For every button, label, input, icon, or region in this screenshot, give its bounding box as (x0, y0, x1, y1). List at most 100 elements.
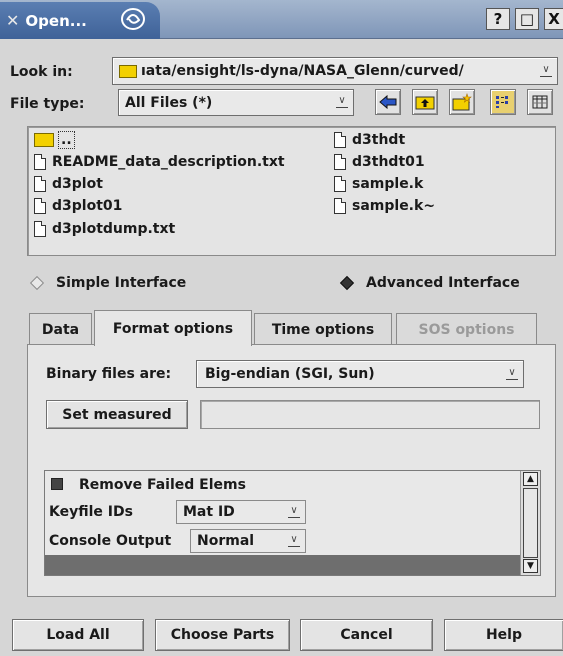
empty-list-row (45, 555, 521, 575)
help-label: Help (485, 627, 523, 643)
maximize-icon: □ (519, 10, 535, 28)
scroll-up-icon[interactable]: ▲ (523, 472, 538, 486)
list-view-icon (496, 96, 508, 108)
cancel-button[interactable]: Cancel (300, 619, 433, 651)
back-arrow-icon (379, 95, 397, 109)
file-icon (34, 176, 46, 192)
look-in-label: Look in: (10, 64, 73, 80)
detail-view-icon (532, 95, 548, 109)
back-button[interactable] (375, 89, 401, 115)
load-all-button[interactable]: Load All (12, 619, 144, 651)
chevron-down-icon: ∨ (335, 94, 349, 112)
tab-label: Format options (112, 320, 234, 337)
look-in-combo[interactable]: ıata/ensight/ls-dyna/NASA_Glenn/curved/ … (112, 57, 558, 85)
tab-label: SOS options (418, 321, 515, 338)
radio-off-icon (29, 275, 45, 291)
new-folder-button[interactable] (449, 89, 475, 115)
simple-interface-label: Simple Interface (56, 275, 187, 291)
keyfile-ids-label: Keyfile IDs (49, 504, 133, 520)
choose-parts-button[interactable]: Choose Parts (155, 619, 290, 651)
maximize-button[interactable]: □ (515, 8, 539, 30)
cancel-label: Cancel (340, 627, 393, 643)
list-view-button[interactable] (490, 89, 516, 115)
binary-format-combo[interactable]: Big-endian (SGI, Sun) ∨ (196, 360, 524, 388)
binary-files-label: Binary files are: (46, 366, 172, 382)
set-measured-label: Set measured (62, 406, 172, 423)
list-item[interactable]: d3plotdump.txt (34, 218, 175, 240)
file-name: sample.k~ (352, 198, 436, 214)
keyfile-ids-combo[interactable]: Mat ID ∨ (176, 500, 306, 524)
file-icon (334, 154, 346, 170)
advanced-interface-label: Advanced Interface (366, 275, 520, 291)
choose-parts-label: Choose Parts (170, 627, 275, 643)
new-folder-icon (452, 93, 472, 111)
swirl-icon (121, 8, 145, 30)
tab-label: Data (41, 321, 80, 338)
file-icon (334, 132, 346, 148)
file-icon (334, 198, 346, 214)
console-output-value: Normal (197, 533, 255, 549)
file-type-combo[interactable]: All Files (*) ∨ (118, 89, 354, 116)
file-name: d3plot (52, 176, 103, 192)
list-item-updir[interactable]: .. (34, 129, 75, 151)
scroll-thumb[interactable] (523, 488, 538, 558)
file-type-value: All Files (*) (125, 94, 213, 111)
chevron-down-icon: ∨ (287, 503, 301, 521)
list-item[interactable]: d3thdt (334, 129, 405, 151)
file-icon (34, 154, 46, 170)
file-icon (34, 198, 46, 214)
help-button[interactable]: Help (444, 619, 563, 651)
close-button[interactable]: X (544, 8, 563, 30)
scroll-down-icon[interactable]: ▼ (523, 559, 538, 573)
up-folder-icon (415, 96, 435, 110)
list-item[interactable]: sample.k~ (334, 195, 435, 217)
folder-icon (119, 64, 137, 78)
file-type-label: File type: (10, 96, 85, 112)
tab-format-options[interactable]: Format options (94, 310, 252, 346)
console-output-combo[interactable]: Normal ∨ (190, 529, 306, 553)
tab-label: Time options (271, 321, 375, 338)
folder-icon (34, 133, 54, 147)
up-folder-button[interactable] (412, 89, 438, 115)
set-measured-button[interactable]: Set measured (46, 400, 188, 429)
file-list[interactable]: .. README_data_description.txt d3plot d3… (27, 126, 556, 256)
tab-time-options[interactable]: Time options (254, 313, 392, 345)
file-name: d3thdt (352, 132, 406, 148)
list-item[interactable]: d3thdt01 (334, 151, 425, 173)
checkbox-checked-icon[interactable] (51, 478, 63, 490)
close-icon: X (548, 10, 560, 28)
keyfile-ids-value: Mat ID (183, 504, 235, 520)
list-item[interactable]: d3plot01 (34, 195, 122, 217)
file-name: d3thdt01 (352, 154, 425, 170)
detail-view-button[interactable] (527, 89, 553, 115)
file-name: d3plotdump.txt (52, 221, 176, 237)
advanced-interface-radio[interactable]: Advanced Interface (338, 275, 520, 291)
file-name: .. (58, 131, 75, 149)
vertical-scrollbar[interactable]: ▲ ▼ (520, 471, 540, 575)
tab-data[interactable]: Data (29, 313, 92, 345)
look-in-path: ıata/ensight/ls-dyna/NASA_Glenn/curved/ (141, 63, 464, 79)
console-output-label: Console Output (49, 533, 172, 549)
list-item[interactable]: sample.k (334, 173, 423, 195)
file-name: sample.k (352, 176, 424, 192)
load-all-label: Load All (46, 627, 110, 643)
remove-failed-label: Remove Failed Elems (79, 477, 246, 493)
reader-options-list[interactable]: Remove Failed Elems Keyfile IDs Mat ID ∨… (44, 470, 541, 576)
simple-interface-radio[interactable]: Simple Interface (28, 275, 186, 291)
window-title: Open... (25, 11, 87, 30)
help-glyph: ? (493, 10, 503, 28)
list-item[interactable]: README_data_description.txt (34, 151, 285, 173)
file-name: d3plot01 (52, 198, 123, 214)
file-icon (34, 221, 46, 237)
radio-on-icon (339, 275, 355, 291)
measured-file-field[interactable] (200, 400, 540, 429)
chevron-down-icon: ∨ (539, 62, 553, 80)
list-item[interactable]: d3plot (34, 173, 103, 195)
file-icon (334, 176, 346, 192)
file-name: README_data_description.txt (52, 154, 285, 170)
binary-format-value: Big-endian (SGI, Sun) (205, 366, 375, 382)
tab-sos-options: SOS options (396, 313, 537, 345)
help-title-button[interactable]: ? (486, 8, 510, 30)
app-x-icon: ✕ (6, 11, 20, 30)
chevron-down-icon: ∨ (505, 365, 519, 383)
